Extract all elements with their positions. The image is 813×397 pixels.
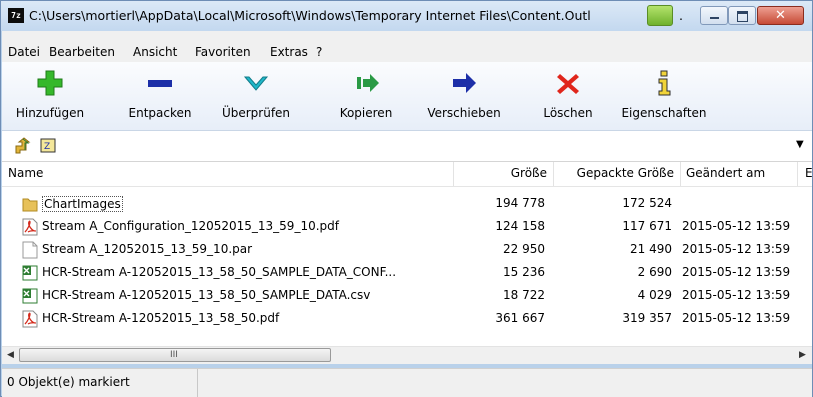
excel-icon xyxy=(22,265,38,281)
pdf-icon xyxy=(22,310,38,328)
archive-icon: Z xyxy=(40,138,56,153)
status-divider xyxy=(197,369,198,397)
title-ellipsis: . xyxy=(679,8,683,23)
title-bar[interactable]: 7z C:\Users\mortierl\AppData\Local\Micro… xyxy=(1,1,812,31)
add-icon xyxy=(37,70,63,96)
checkmark-icon xyxy=(243,76,269,91)
table-row[interactable]: HCR-Stream A-12052015_13_58_50_SAMPLE_DA… xyxy=(2,285,812,308)
add-label: Hinzufügen xyxy=(15,106,85,120)
column-header-row: Name Größe Gepackte Größe Geändert am E xyxy=(2,162,812,187)
horizontal-scrollbar[interactable]: ◀ III ▶ xyxy=(2,346,812,364)
maximize-button[interactable] xyxy=(728,6,756,25)
properties-label: Eigenschaften xyxy=(621,106,707,120)
column-modified[interactable]: Geändert am xyxy=(686,166,765,180)
file-name: Stream A_Configuration_12052015_13_59_10… xyxy=(42,219,339,233)
test-label: Überprüfen xyxy=(221,106,291,120)
svg-text:Z: Z xyxy=(44,142,50,152)
file-modified: 2015-05-12 13:59 xyxy=(682,265,791,279)
status-text: 0 Objekt(e) markiert xyxy=(7,375,130,389)
column-packed-size[interactable]: Gepackte Größe xyxy=(554,166,674,180)
file-name: Stream A_12052015_13_59_10.par xyxy=(42,242,253,256)
file-name: HCR-Stream A-12052015_13_58_50.pdf xyxy=(42,311,280,325)
info-icon xyxy=(658,70,671,96)
menu-help[interactable]: ? xyxy=(316,45,322,59)
app-7zip-icon[interactable]: 7z xyxy=(8,8,24,23)
toolbar: Hinzufügen Entpacken Überprüfen Kopieren xyxy=(2,62,812,131)
extract-button[interactable]: Entpacken xyxy=(122,62,198,130)
move-label: Verschieben xyxy=(427,106,501,120)
extract-label: Entpacken xyxy=(128,106,192,120)
scroll-right-icon[interactable]: ▶ xyxy=(799,350,806,360)
menu-bearbeiten[interactable]: Bearbeiten xyxy=(49,45,115,59)
status-bar: 0 Objekt(e) markiert xyxy=(2,368,812,397)
excel-icon xyxy=(22,288,38,304)
menu-bar: Datei Bearbeiten Ansicht Favoriten Extra… xyxy=(2,31,812,62)
close-button[interactable]: ✕ xyxy=(757,6,804,25)
table-row[interactable]: HCR-Stream A-12052015_13_58_50_SAMPLE_DA… xyxy=(2,262,812,285)
address-dropdown-icon[interactable]: ▼ xyxy=(796,139,804,150)
address-bar[interactable]: Z ▼ xyxy=(2,131,812,162)
delete-x-icon xyxy=(557,74,579,94)
pdf-icon xyxy=(22,218,38,236)
menu-extras[interactable]: Extras xyxy=(270,45,308,59)
file-packed-size: 4 029 xyxy=(637,288,672,302)
properties-button[interactable]: Eigenschaften xyxy=(614,62,714,130)
table-row[interactable]: ChartImages 194 778 172 524 xyxy=(2,193,812,216)
column-separator[interactable] xyxy=(680,162,681,186)
blank-file-icon xyxy=(22,241,38,259)
add-button[interactable]: Hinzufügen xyxy=(12,62,88,130)
file-modified: 2015-05-12 13:59 xyxy=(682,288,791,302)
file-packed-size: 319 357 xyxy=(622,311,672,325)
file-size: 18 722 xyxy=(503,288,545,302)
file-name: HCR-Stream A-12052015_13_58_50_SAMPLE_DA… xyxy=(42,265,397,279)
minimize-button[interactable] xyxy=(700,6,728,25)
archive-window: 7z C:\Users\mortierl\AppData\Local\Micro… xyxy=(0,0,813,397)
folder-icon xyxy=(22,198,38,212)
copy-label: Kopieren xyxy=(339,106,393,120)
menu-favoriten[interactable]: Favoriten xyxy=(195,45,251,59)
table-row[interactable]: Stream A_12052015_13_59_10.par 22 950 21… xyxy=(2,239,812,262)
file-size: 361 667 xyxy=(495,311,545,325)
table-row[interactable]: HCR-Stream A-12052015_13_58_50.pdf 361 6… xyxy=(2,308,812,331)
file-packed-size: 21 490 xyxy=(630,242,672,256)
file-name: HCR-Stream A-12052015_13_58_50_SAMPLE_DA… xyxy=(42,288,371,302)
file-name: ChartImages xyxy=(42,196,123,212)
up-folder-icon[interactable] xyxy=(14,137,32,155)
file-modified: 2015-05-12 13:59 xyxy=(682,311,791,325)
delete-button[interactable]: Löschen xyxy=(530,62,606,130)
menu-ansicht[interactable]: Ansicht xyxy=(133,45,177,59)
file-modified: 2015-05-12 13:59 xyxy=(682,242,791,256)
file-modified: 2015-05-12 13:59 xyxy=(682,219,791,233)
file-size: 124 158 xyxy=(495,219,545,233)
file-packed-size: 117 671 xyxy=(622,219,672,233)
menu-datei[interactable]: Datei xyxy=(8,45,40,59)
file-size: 194 778 xyxy=(495,196,545,210)
column-size[interactable]: Größe xyxy=(454,166,547,180)
column-extra[interactable]: E xyxy=(805,166,812,180)
copy-arrow-icon xyxy=(357,74,379,92)
close-icon: ✕ xyxy=(775,8,786,23)
file-size: 22 950 xyxy=(503,242,545,256)
column-separator[interactable] xyxy=(797,162,798,186)
column-name[interactable]: Name xyxy=(8,166,43,180)
scrollbar-thumb[interactable]: III xyxy=(19,348,331,362)
file-size: 15 236 xyxy=(503,265,545,279)
file-list[interactable]: Name Größe Gepackte Größe Geändert am E … xyxy=(2,162,812,346)
delete-label: Löschen xyxy=(543,106,593,120)
test-button[interactable]: Überprüfen xyxy=(218,62,294,130)
move-arrow-icon xyxy=(453,73,476,93)
table-row[interactable]: Stream A_Configuration_12052015_13_59_10… xyxy=(2,216,812,239)
title-extra-icon[interactable] xyxy=(647,5,673,26)
move-button[interactable]: Verschieben xyxy=(416,62,512,130)
file-packed-size: 172 524 xyxy=(622,196,672,210)
scroll-left-icon[interactable]: ◀ xyxy=(7,350,14,360)
file-packed-size: 2 690 xyxy=(637,265,672,279)
copy-button[interactable]: Kopieren xyxy=(328,62,404,130)
scrollbar-grip: III xyxy=(170,350,178,360)
minus-icon xyxy=(148,80,172,87)
window-title: C:\Users\mortierl\AppData\Local\Microsof… xyxy=(29,8,591,23)
